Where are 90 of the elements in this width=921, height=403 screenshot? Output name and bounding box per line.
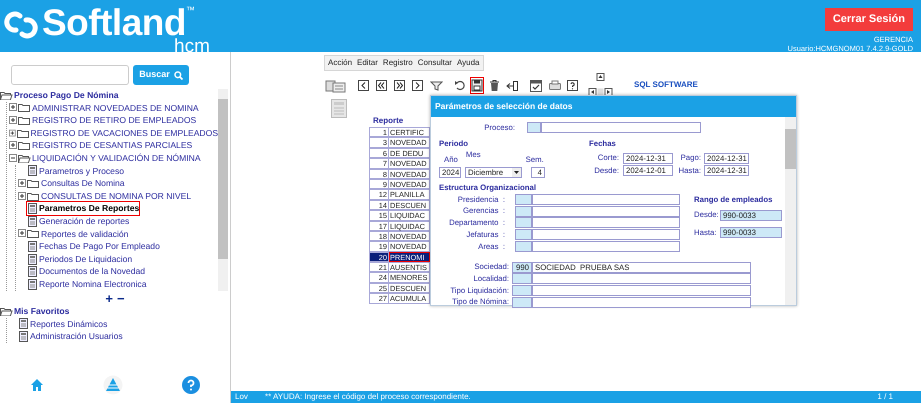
code-field[interactable] xyxy=(527,122,541,134)
input-field[interactable] xyxy=(541,122,701,134)
folder-icon xyxy=(16,128,30,139)
tree-item[interactable]: ADMINISTRAR NOVEDADES DE NOMINA xyxy=(18,102,199,114)
folder-icon xyxy=(27,190,40,202)
folder-icon xyxy=(27,178,40,189)
menu-item[interactable]: Editar xyxy=(357,57,378,69)
document-icon xyxy=(27,254,38,265)
scrollbar[interactable] xyxy=(785,117,796,305)
tree-item[interactable]: LIQUIDACIÓN Y VALIDACIÓN DE NÓMINA xyxy=(18,152,201,165)
tree-item[interactable]: Parametros y Proceso xyxy=(27,164,124,178)
code-field[interactable] xyxy=(515,217,532,228)
pyramid-icon[interactable] xyxy=(102,375,123,395)
collapse-all-button[interactable]: − xyxy=(117,293,125,305)
tree-item[interactable]: Reporte Nomina Electronica xyxy=(27,278,146,290)
collapse-icon[interactable] xyxy=(9,154,18,163)
open-folder-icon xyxy=(18,152,31,164)
code-field[interactable] xyxy=(515,194,532,206)
tree-item[interactable]: Reportes de validación xyxy=(27,228,128,240)
menu-item[interactable]: Ayuda xyxy=(456,57,480,69)
tree-item[interactable]: CONSULTAS DE NOMINA POR NIVEL xyxy=(27,190,192,202)
expand-icon[interactable] xyxy=(9,116,18,125)
input-field[interactable] xyxy=(532,240,680,252)
status-message: ** AYUDA: Ingrese el código del proceso correspondiente. xyxy=(265,391,472,403)
document-icon xyxy=(27,240,38,252)
menu-item[interactable]: Registro xyxy=(382,57,413,69)
tree-item[interactable]: Fechas De Pago Por Empleado xyxy=(27,240,160,253)
mode-indicator: Lov xyxy=(235,391,249,403)
tree-item[interactable]: Administración Usuarios xyxy=(18,330,123,343)
expand-icon[interactable] xyxy=(18,192,27,201)
document-icon xyxy=(27,203,38,214)
page-indicator: 1 / 1 xyxy=(877,391,894,403)
tree-item[interactable]: REGISTRO DE CESANTIAS PARCIALES xyxy=(18,139,192,152)
document-icon xyxy=(18,330,29,342)
search-field[interactable] xyxy=(11,65,130,85)
input-field[interactable] xyxy=(532,217,680,228)
tree-item[interactable]: Proceso Pago De Nómina xyxy=(0,89,119,102)
folder-icon xyxy=(18,102,31,114)
expand-icon[interactable] xyxy=(9,141,18,150)
trademark: ™ xyxy=(186,5,195,15)
code-field[interactable] xyxy=(512,284,532,296)
expand-icon[interactable] xyxy=(18,178,27,188)
open-folder-icon xyxy=(0,306,13,317)
document-icon xyxy=(18,318,29,330)
open-folder-icon xyxy=(0,90,13,101)
input-field[interactable] xyxy=(532,296,751,308)
navigation-pad-icon[interactable] xyxy=(588,73,614,97)
tree-item[interactable]: Periodos De Liquidacion xyxy=(27,252,132,266)
search-icon xyxy=(174,70,183,80)
menu-item[interactable]: Acción xyxy=(328,57,352,69)
code-field[interactable] xyxy=(512,273,532,284)
folder-icon xyxy=(27,228,40,240)
document-icon xyxy=(27,165,38,176)
help-icon[interactable] xyxy=(182,376,200,394)
save-button[interactable] xyxy=(470,76,484,94)
document-icon xyxy=(27,216,38,227)
input-field[interactable] xyxy=(532,284,751,296)
tree-item[interactable]: Generación de reportes xyxy=(27,214,130,228)
document-icon xyxy=(27,266,38,278)
input-field[interactable] xyxy=(532,273,751,284)
tree-item[interactable]: Documentos de la Novedad xyxy=(27,265,146,278)
home-icon[interactable] xyxy=(30,378,44,392)
input-field[interactable] xyxy=(532,206,680,217)
dialog-title: Parámetros de selección de datos xyxy=(431,96,796,117)
input-field[interactable] xyxy=(532,229,680,240)
expand-icon[interactable] xyxy=(18,229,27,238)
logout-button[interactable]: Cerrar Sesión xyxy=(824,8,913,30)
menu-item[interactable]: Consultar xyxy=(418,57,452,69)
tree-item[interactable]: REGISTRO DE RETIRO DE EMPLEADOS xyxy=(18,114,196,127)
tree-item[interactable]: REGISTRO DE VACACIONES DE EMPLEADOS xyxy=(16,126,218,140)
folder-icon xyxy=(18,114,31,126)
code-field[interactable] xyxy=(515,240,532,252)
expand-all-button[interactable]: + xyxy=(105,293,113,305)
form-icon xyxy=(331,99,347,118)
column-header: Reporte xyxy=(372,115,404,127)
code-field[interactable] xyxy=(515,229,532,240)
expand-icon[interactable] xyxy=(9,128,17,138)
tree-item[interactable]: Parametros De Reportes xyxy=(27,202,140,215)
tree-item[interactable]: Reportes Dinámicos xyxy=(18,318,108,330)
document-icon xyxy=(27,278,38,290)
dropdown-arrow-icon xyxy=(512,168,521,178)
tree-item[interactable]: Consultas De Nomina xyxy=(27,177,125,190)
folder-icon xyxy=(18,140,31,152)
input-field[interactable] xyxy=(532,194,680,206)
code-field[interactable] xyxy=(512,296,532,308)
expand-icon[interactable] xyxy=(9,103,18,112)
tree-item[interactable]: Mis Favoritos xyxy=(0,305,70,318)
brand-link[interactable]: SQL SOFTWARE xyxy=(634,79,698,91)
scrollbar[interactable] xyxy=(218,89,228,291)
code-field[interactable] xyxy=(515,206,532,217)
